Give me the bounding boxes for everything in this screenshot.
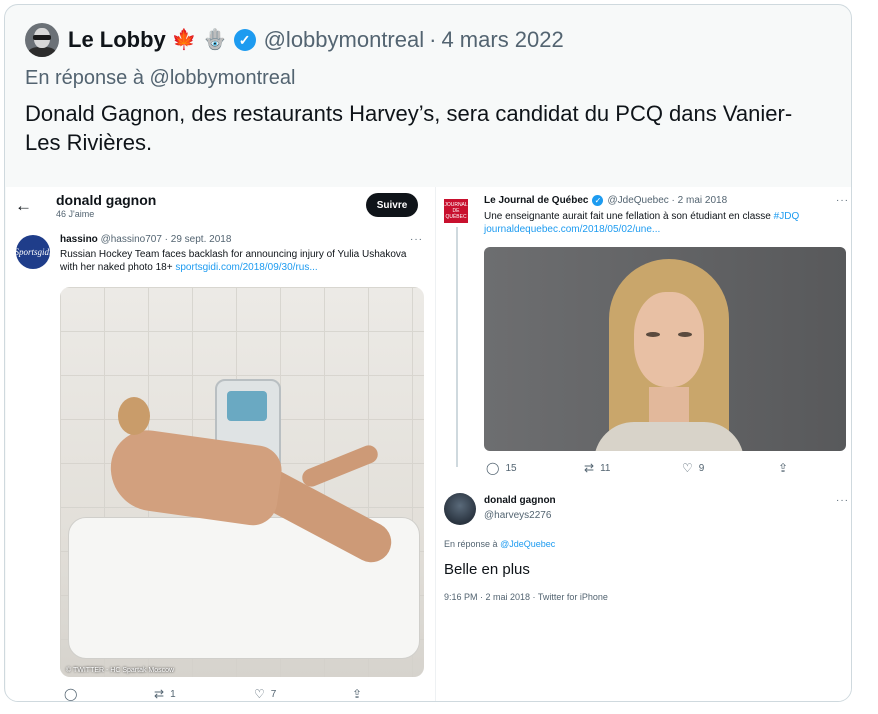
reply-icon: ◯ — [64, 687, 78, 701]
profile-name: donald gagnon — [56, 192, 157, 208]
embedded-author-handle: @hassino707 · 29 sept. 2018 — [100, 234, 232, 245]
attached-image[interactable]: ← donald gagnon 46 J'aime Suivre Sportsg… — [6, 187, 851, 701]
reply-icon: ◯ — [486, 461, 500, 475]
verified-icon: ✓ — [592, 195, 604, 206]
display-name[interactable]: Le Lobby — [68, 27, 166, 53]
reply-meta: 9:16 PM · 2 mai 2018 · Twitter for iPhon… — [444, 592, 608, 602]
reply-avatar — [444, 493, 476, 525]
embedded-url: sportsgidi.com/2018/09/30/rus... — [175, 262, 318, 273]
follow-button: Suivre — [366, 193, 418, 217]
embedded-photo: © TWITTER - HC Spartak Moscow — [60, 287, 424, 677]
like-action: ♡ 9 — [682, 461, 705, 475]
retweet-action: ⇄ 1 — [154, 687, 176, 701]
reply-action: ◯ — [64, 687, 77, 701]
hashtag-link: #JDQ — [773, 211, 800, 222]
share-icon: ⇪ — [352, 687, 363, 701]
embedded-tweet-text: Russian Hockey Team faces backlash for a… — [60, 249, 407, 273]
like-action: ♡ 7 — [254, 687, 277, 701]
journal-de-quebec-avatar: JOURNAL DE QUÉBEC — [444, 199, 468, 223]
avatar[interactable] — [25, 23, 59, 57]
share-action: ⇪ — [778, 461, 788, 475]
reply-to-link[interactable]: @lobbymontreal — [150, 67, 296, 89]
reply-action: ◯ 15 — [486, 461, 517, 475]
user-handle[interactable]: @lobbymontreal — [264, 27, 425, 53]
tweet-text: Donald Gagnon, des restaurants Harvey’s,… — [25, 101, 793, 155]
thread-line — [456, 227, 458, 467]
retweet-action: ⇄ 11 — [584, 461, 611, 475]
reply-context: En réponse à @JdeQuebec — [444, 539, 556, 549]
more-icon: ··· — [836, 495, 849, 506]
quoted-tweet-card[interactable]: Le Lobby 🍁 🪬 ✓ @lobbymontreal · 4 mars 2… — [4, 4, 852, 702]
reply-context: En réponse à @lobbymontreal — [25, 67, 295, 90]
jdq-tweet-header: Le Journal de Québec ✓ @JdeQuebec · 2 ma… — [484, 195, 727, 206]
jdq-author-handle: @JdeQuebec · 2 mai 2018 — [607, 195, 728, 206]
photo-watermark: © TWITTER - HC Spartak Moscow — [66, 667, 175, 674]
reply-author-handle: @harveys2276 — [484, 510, 552, 521]
jdq-url: journaldequebec.com/2018/05/02/une... — [484, 224, 661, 235]
jdq-author-name: Le Journal de Québec — [484, 195, 589, 206]
heart-icon: ♡ — [682, 461, 693, 475]
maple-leaf-icon: 🍁 — [171, 29, 197, 51]
reply-prefix: En réponse à — [25, 67, 144, 89]
mugshot-photo — [484, 247, 846, 451]
embedded-tweet-header: hassino @hassino707 · 29 sept. 2018 — [60, 234, 231, 245]
tweet-date[interactable]: 4 mars 2022 — [441, 27, 563, 53]
back-arrow-icon: ← — [15, 196, 32, 215]
profile-likes: 46 J'aime — [56, 209, 95, 219]
more-icon: ··· — [836, 195, 849, 206]
retweet-icon: ⇄ — [154, 687, 165, 701]
hamsa-icon: 🪬 — [202, 29, 228, 51]
separator: · — [429, 27, 437, 52]
verified-badge-icon: ✓ — [233, 29, 256, 51]
more-icon: ··· — [410, 234, 423, 245]
tweet-header: Le Lobby 🍁 🪬 ✓ @lobbymontreal · 4 mars 2… — [25, 23, 564, 57]
embedded-author-name: hassino — [60, 234, 98, 245]
divider — [435, 187, 436, 701]
sportsgidi-avatar: Sportsgidi — [15, 235, 52, 269]
reply-author-name: donald gagnon — [484, 495, 556, 506]
heart-icon: ♡ — [254, 687, 265, 701]
jdq-tweet-text: Une enseignante aurait fait une fellatio… — [484, 211, 800, 235]
share-icon: ⇪ — [778, 461, 789, 475]
reply-to-link: @JdeQuebec — [500, 539, 556, 549]
share-action: ⇪ — [352, 687, 362, 701]
retweet-icon: ⇄ — [584, 461, 595, 475]
reply-text: Belle en plus — [444, 561, 530, 578]
